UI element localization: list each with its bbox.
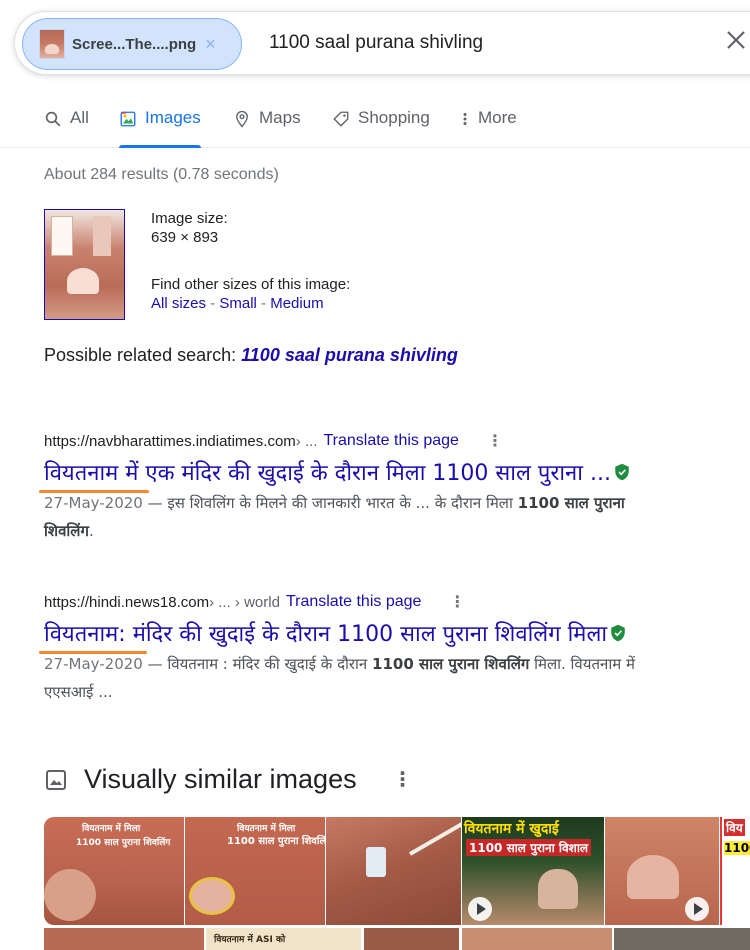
result-crumbs: › ... [295, 432, 318, 450]
image-caption: 1100 [724, 841, 750, 855]
snippet-bold: शिवलिंग [44, 522, 89, 540]
similar-image[interactable]: वियतनाम में ASI को [206, 928, 361, 950]
tab-label: More [478, 108, 517, 127]
tab-label: Images [145, 108, 201, 127]
more-options-icon[interactable]: ⋮ [487, 431, 503, 451]
search-input[interactable]: 1100 saal purana shivling [269, 32, 483, 54]
verified-shield-icon [611, 624, 625, 642]
result-date: 27-May-2020 [44, 494, 143, 512]
verified-shield-icon [615, 463, 629, 481]
chip-thumbnail [39, 29, 65, 59]
snippet-text: मिला. वियतनाम में [529, 655, 635, 673]
snippet-text: — इस शिवलिंग के मिलने की जानकारी भारत के… [142, 494, 518, 512]
snippet-text: . [88, 522, 94, 540]
related-search: Possible related search: 1100 saal puran… [44, 345, 458, 366]
similar-image[interactable]: वियतनाम में मिला 1100 साल पुराना शिवलिं [185, 817, 327, 925]
annotation-underline [39, 651, 147, 654]
similar-images-strip: वियतनाम में मिला 1100 साल पुराना शिवलिंग… [44, 817, 750, 925]
result-domain: https://hindi.news18.com [44, 593, 210, 611]
similar-image[interactable] [364, 928, 459, 950]
find-sizes-label: Find other sizes of this image: [151, 276, 351, 293]
query-image-thumbnail[interactable] [44, 209, 125, 320]
similar-image[interactable] [326, 817, 463, 925]
clear-search-icon[interactable] [724, 28, 750, 58]
image-size-value: 639 × 893 [151, 229, 219, 246]
link-separator: - [256, 295, 271, 312]
related-query-link[interactable]: 1100 saal purana shivling [241, 345, 458, 365]
map-pin-icon [236, 110, 248, 128]
result-title-link[interactable]: वियतनाम : मंदिर की खुदाई के दौरान 1100 स… [39, 618, 750, 654]
similar-images-row-2: वियतनाम में ASI को [44, 928, 750, 950]
result-date: 27-May-2020 [44, 655, 143, 673]
similar-image[interactable] [605, 817, 719, 925]
more-options-icon[interactable]: ⋮ [449, 592, 465, 612]
similar-image[interactable] [462, 928, 612, 950]
result-title-link[interactable]: वियतनाम में एक मंदिर की खुदाई के दौरान म… [39, 457, 750, 493]
image-caption: विय [724, 819, 745, 836]
image-size-label: Image size: [151, 210, 228, 227]
tab-label: Shopping [358, 108, 430, 127]
chip-close-icon[interactable]: × [205, 34, 216, 55]
result-title-first: वियतनाम [44, 622, 119, 647]
tab-images[interactable]: Images [119, 108, 201, 148]
similar-image[interactable] [44, 928, 204, 950]
image-caption: वियतनाम में ASI को [214, 935, 286, 945]
result-domain: https://navbharattimes.indiatimes.com [44, 432, 296, 450]
small-link[interactable]: Small [219, 295, 257, 312]
search-tabs: All Images Maps Shopping More [0, 100, 750, 148]
visually-similar-header: Visually similar images ⋮ [44, 764, 413, 795]
tab-maps[interactable]: Maps [233, 108, 301, 148]
medium-link[interactable]: Medium [270, 295, 323, 312]
section-title: Visually similar images [84, 764, 357, 794]
tab-shopping[interactable]: Shopping [332, 108, 430, 148]
related-label: Possible related search: [44, 345, 237, 365]
snippet-text: एएसआई ... [44, 683, 113, 701]
all-sizes-link[interactable]: All sizes [151, 295, 206, 312]
link-separator: - [206, 295, 220, 312]
size-links: All sizes - Small - Medium [151, 295, 324, 312]
result-title-rest: : मंदिर की खुदाई के दौरान 1100 साल पुरान… [118, 622, 608, 647]
tab-label: Maps [259, 108, 301, 127]
similar-image[interactable]: विय 1100 [720, 817, 750, 925]
tab-all[interactable]: All [44, 108, 89, 148]
image-icon [120, 111, 136, 127]
result-url[interactable]: https://hindi.news18.com › ... › world T… [44, 592, 750, 612]
snippet-bold: 1100 साल पुराना [517, 494, 625, 512]
translate-link[interactable]: Translate this page [323, 432, 458, 450]
similar-image[interactable]: वियतनाम में मिला 1100 साल पुराना शिवलिंग [44, 817, 184, 925]
annotation-underline [39, 490, 149, 493]
similar-image[interactable]: वियतनाम में खुदाई 1100 साल पुराना विशाल [462, 817, 604, 925]
result-title: वियतनाम में एक मंदिर की खुदाई के दौरान म… [44, 461, 611, 486]
tab-more[interactable]: More [460, 108, 517, 148]
translate-link[interactable]: Translate this page [286, 593, 421, 611]
similar-image[interactable] [614, 928, 750, 950]
snippet-text: — वियतनाम : मंदिर की खुदाई के दौरान [142, 655, 373, 673]
more-options-icon[interactable]: ⋮ [393, 767, 413, 792]
result-crumbs: › ... › world [209, 593, 280, 611]
result-url[interactable]: https://navbharattimes.indiatimes.com › … [44, 431, 750, 451]
image-icon [46, 769, 66, 790]
play-icon[interactable] [468, 897, 492, 921]
image-caption: 1100 साल पुराना विशाल [466, 839, 592, 856]
image-query-chip[interactable]: Scree...The....png × [22, 18, 242, 70]
chip-filename: Scree...The....png [72, 35, 197, 53]
tag-icon [333, 111, 349, 127]
play-icon[interactable] [685, 897, 709, 921]
image-caption: 1100 साल पुराना शिवलिं [227, 836, 327, 847]
search-result: https://navbharattimes.indiatimes.com › … [39, 431, 750, 545]
search-icon [45, 111, 61, 127]
image-caption: वियतनाम में मिला [82, 824, 141, 834]
snippet-bold: 1100 साल पुराना शिवलिंग [372, 655, 530, 673]
tab-label: All [70, 108, 89, 127]
more-vert-icon [463, 113, 467, 125]
image-caption: वियतनाम में खुदाई [464, 821, 559, 837]
search-result: https://hindi.news18.com › ... › world T… [39, 592, 750, 706]
image-caption: 1100 साल पुराना शिवलिंग [76, 838, 171, 848]
result-snippet: 27-May-2020 — वियतनाम : मंदिर की खुदाई क… [44, 650, 750, 706]
results-count: About 284 results (0.78 seconds) [44, 166, 279, 183]
result-snippet: 27-May-2020 — इस शिवलिंग के मिलने की जान… [44, 489, 750, 545]
